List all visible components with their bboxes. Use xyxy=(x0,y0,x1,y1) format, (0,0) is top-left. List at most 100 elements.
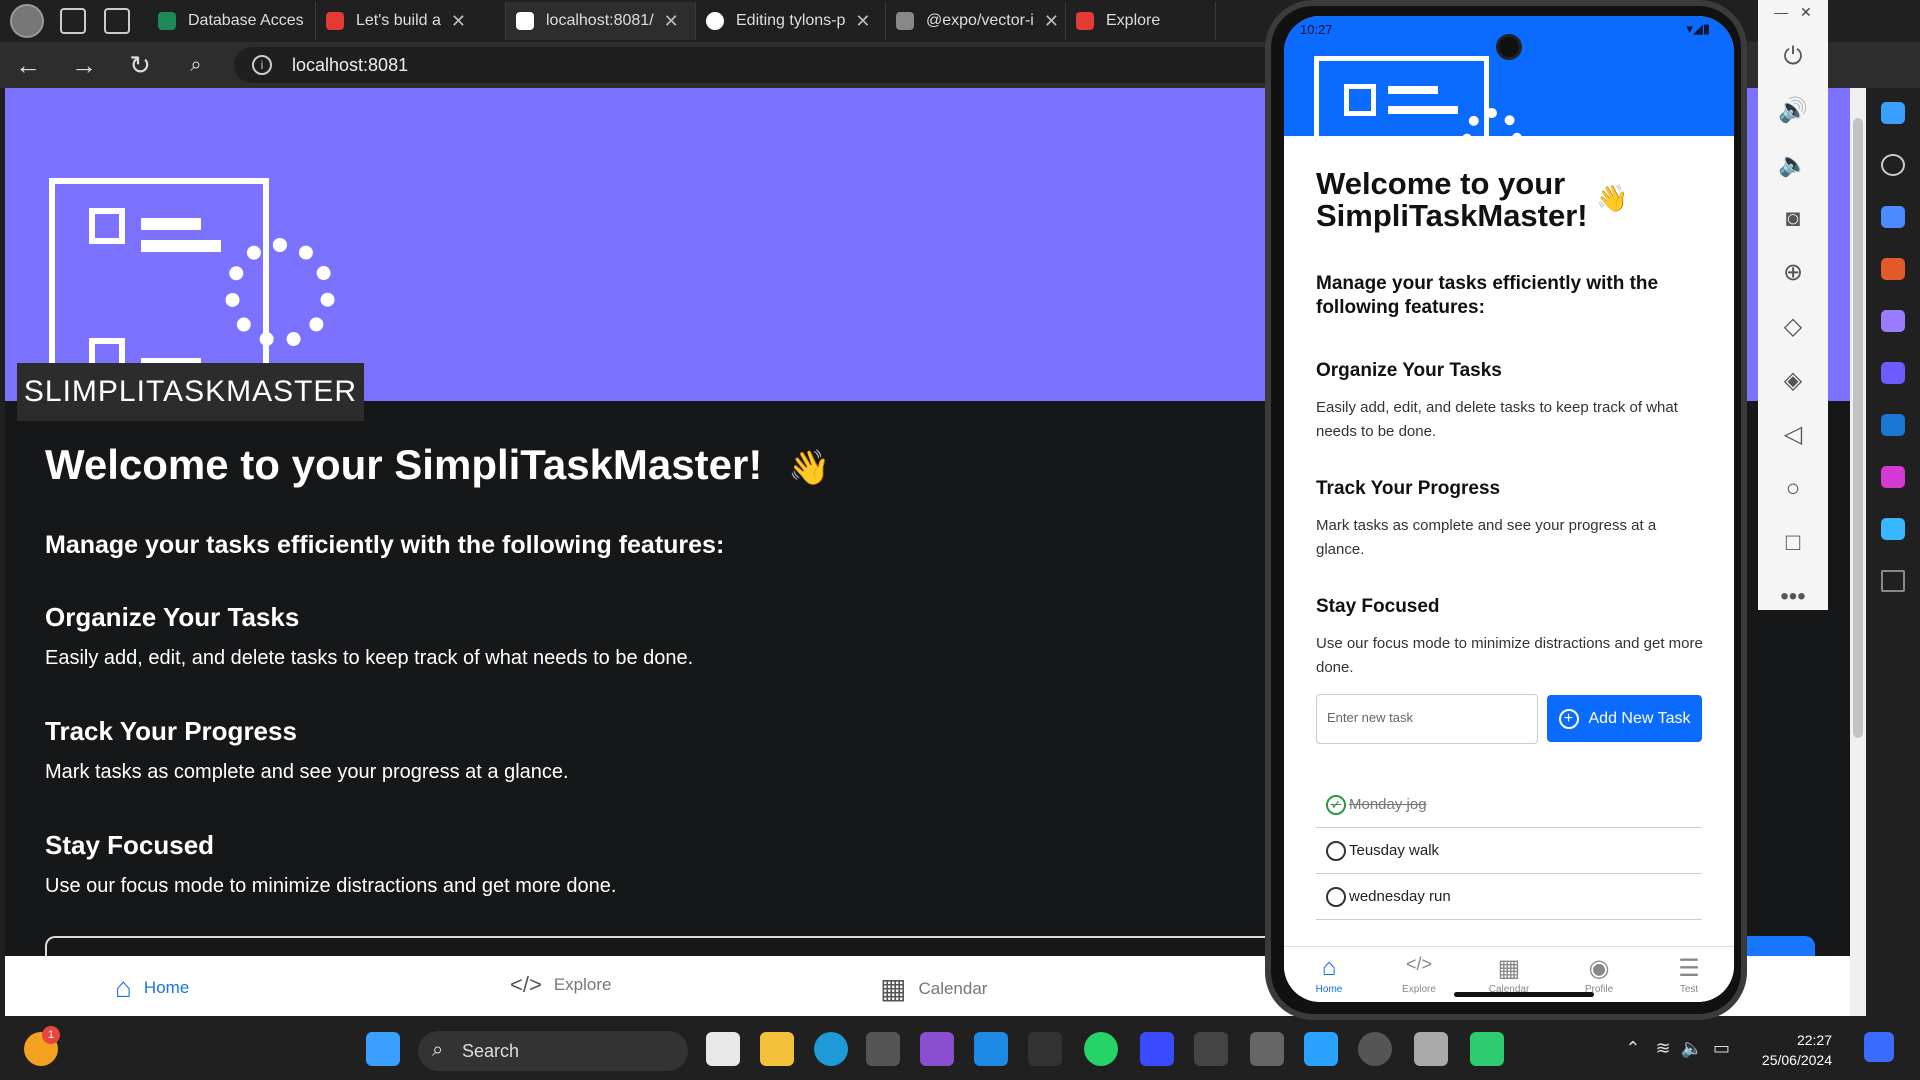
search-box[interactable]: ⌕ Search xyxy=(418,1031,688,1071)
app-logo xyxy=(1314,56,1534,168)
zoom-icon[interactable]: ⊕ xyxy=(1783,256,1803,290)
tools-icon[interactable] xyxy=(1881,258,1905,280)
window-controls-icon[interactable]: — ✕ xyxy=(1774,4,1811,21)
browser-tab[interactable]: @expo/vector-i ✕ xyxy=(886,2,1066,40)
close-tab-icon[interactable]: ✕ xyxy=(1044,11,1059,32)
search-icon: ⌕ xyxy=(432,1039,444,1061)
task-item[interactable]: ✓ Monday jog xyxy=(1316,782,1702,828)
page-subtitle: Manage your tasks efficiently with the f… xyxy=(45,531,725,559)
edge-sidebar xyxy=(1866,88,1920,1016)
add-icon[interactable] xyxy=(1881,570,1905,592)
copilot-icon[interactable] xyxy=(1864,1032,1894,1062)
profile-avatar[interactable] xyxy=(10,4,44,38)
wave-emoji: 👋 xyxy=(1596,183,1629,213)
browser-tab[interactable]: Explore xyxy=(1066,2,1216,40)
code-icon: </> xyxy=(510,972,542,997)
page-title: Welcome to your SimpliTaskMaster! 👋 xyxy=(1316,166,1629,233)
logo-label: SLIMPLITASKMASTER xyxy=(17,363,364,421)
browser-tab[interactable]: localhost:8081/ ✕ xyxy=(506,2,696,40)
home-icon[interactable]: ○ xyxy=(1786,472,1801,506)
rotate-right-icon[interactable]: ◈ xyxy=(1784,364,1802,398)
page-scrollbar[interactable] xyxy=(1850,88,1866,1016)
send-icon[interactable] xyxy=(1881,518,1905,540)
android-studio-icon[interactable] xyxy=(1470,1032,1504,1066)
volume-up-icon[interactable]: 🔊 xyxy=(1778,94,1808,128)
gear-icon xyxy=(225,238,335,348)
vscode-icon[interactable] xyxy=(974,1032,1008,1066)
more-icon[interactable]: ••• xyxy=(1780,580,1805,614)
browser-tab[interactable]: Editing tylons-p ✕ xyxy=(696,2,886,40)
shopping-icon[interactable] xyxy=(1881,206,1905,228)
tab-explore[interactable]: </> Explore xyxy=(510,972,611,998)
designer-icon[interactable] xyxy=(1881,466,1905,488)
office-icon[interactable] xyxy=(1881,362,1905,384)
refresh-icon[interactable]: ↻ xyxy=(112,50,168,81)
task-item[interactable]: wednesday run xyxy=(1316,874,1702,920)
code-icon: </> xyxy=(1405,954,1433,974)
github-icon xyxy=(706,12,724,30)
power-icon[interactable]: ⏻ xyxy=(1784,40,1803,74)
back-icon[interactable]: ◁ xyxy=(1784,418,1802,452)
close-tab-icon[interactable]: ✕ xyxy=(451,11,466,32)
app-icon[interactable] xyxy=(1194,1032,1228,1066)
app-icon[interactable] xyxy=(1250,1032,1284,1066)
phone-header: 10:27 ▾◢▮ xyxy=(1284,16,1734,168)
task-item[interactable]: Teusday walk xyxy=(1316,828,1702,874)
add-task-button[interactable]: + Add New Task xyxy=(1547,695,1702,742)
workspaces-icon[interactable] xyxy=(60,8,86,34)
volume-down-icon[interactable]: 🔈 xyxy=(1778,148,1808,182)
unchecked-circle-icon[interactable] xyxy=(1326,886,1346,907)
tab-calendar[interactable]: ▦ Calendar xyxy=(880,972,987,1005)
taskbar-clock[interactable]: 22:27 25/06/2024 xyxy=(1762,1030,1832,1070)
tab-home[interactable]: ⌂ Home xyxy=(1284,947,1374,1002)
tab-home[interactable]: ⌂ Home xyxy=(115,972,189,1004)
outlook-icon[interactable] xyxy=(1881,414,1905,436)
page-title: Welcome to your SimpliTaskMaster! 👋 xyxy=(45,441,831,488)
url-field[interactable]: i localhost:8081 xyxy=(234,47,1294,83)
whatsapp-icon[interactable] xyxy=(1084,1032,1118,1066)
start-icon[interactable] xyxy=(366,1032,400,1066)
app-icon[interactable] xyxy=(1140,1032,1174,1066)
profile-icon: ◉ xyxy=(1588,955,1610,982)
app-icon[interactable] xyxy=(1304,1032,1338,1066)
calendar-icon: ▦ xyxy=(880,973,907,1004)
feature-title: Track Your Progress xyxy=(45,716,297,746)
close-tab-icon[interactable]: ✕ xyxy=(664,11,679,32)
visual-studio-icon[interactable] xyxy=(920,1032,954,1066)
task-view-icon[interactable] xyxy=(706,1032,740,1066)
app-icon[interactable] xyxy=(866,1032,900,1066)
checked-circle-icon[interactable]: ✓ xyxy=(1326,794,1346,815)
rotate-left-icon[interactable]: ◇ xyxy=(1784,310,1802,344)
android-emulator: 10:27 ▾◢▮ Welcome to your SimpliTaskMast… xyxy=(1265,0,1747,1020)
app-icon[interactable] xyxy=(1028,1032,1062,1066)
games-icon[interactable] xyxy=(1881,310,1905,332)
wave-emoji: 👋 xyxy=(787,449,831,487)
feature-desc: Use our focus mode to minimize distracti… xyxy=(1316,635,1703,676)
app-icon[interactable] xyxy=(1414,1032,1448,1066)
edge-icon[interactable] xyxy=(814,1032,848,1066)
tab-actions-icon[interactable] xyxy=(104,8,130,34)
back-icon[interactable]: ← xyxy=(0,50,56,81)
system-tray[interactable]: ⌃ ≋ 🔈 ▭ xyxy=(1625,1038,1730,1059)
search-icon[interactable] xyxy=(1881,154,1905,176)
browser-tab[interactable]: Database Acces xyxy=(148,2,316,40)
copilot-icon[interactable] xyxy=(1881,102,1905,124)
unchecked-circle-icon[interactable] xyxy=(1326,840,1346,861)
search-icon[interactable]: ⌕ xyxy=(168,54,224,77)
feature-desc: Mark tasks as complete and see your prog… xyxy=(1316,517,1657,558)
media-player-icon[interactable] xyxy=(1358,1032,1392,1066)
browser-tab[interactable]: Let's build a ✕ xyxy=(316,2,506,40)
gesture-bar[interactable] xyxy=(1454,992,1594,997)
close-tab-icon[interactable]: ✕ xyxy=(855,11,870,32)
site-info-icon[interactable]: i xyxy=(252,55,272,75)
camera-icon[interactable]: ◙ xyxy=(1786,202,1801,236)
gear-icon xyxy=(1462,108,1522,168)
sliders-icon: ☰ xyxy=(1678,955,1700,982)
tab-explore[interactable]: </> Explore xyxy=(1374,947,1464,1002)
notification-badge: 1 xyxy=(42,1026,60,1044)
file-explorer-icon[interactable] xyxy=(760,1032,794,1066)
tab-test[interactable]: ☰ Test xyxy=(1644,947,1734,1002)
task-input[interactable]: Enter new task xyxy=(1316,694,1538,744)
forward-icon[interactable]: → xyxy=(56,50,112,81)
overview-icon[interactable]: □ xyxy=(1786,526,1801,560)
